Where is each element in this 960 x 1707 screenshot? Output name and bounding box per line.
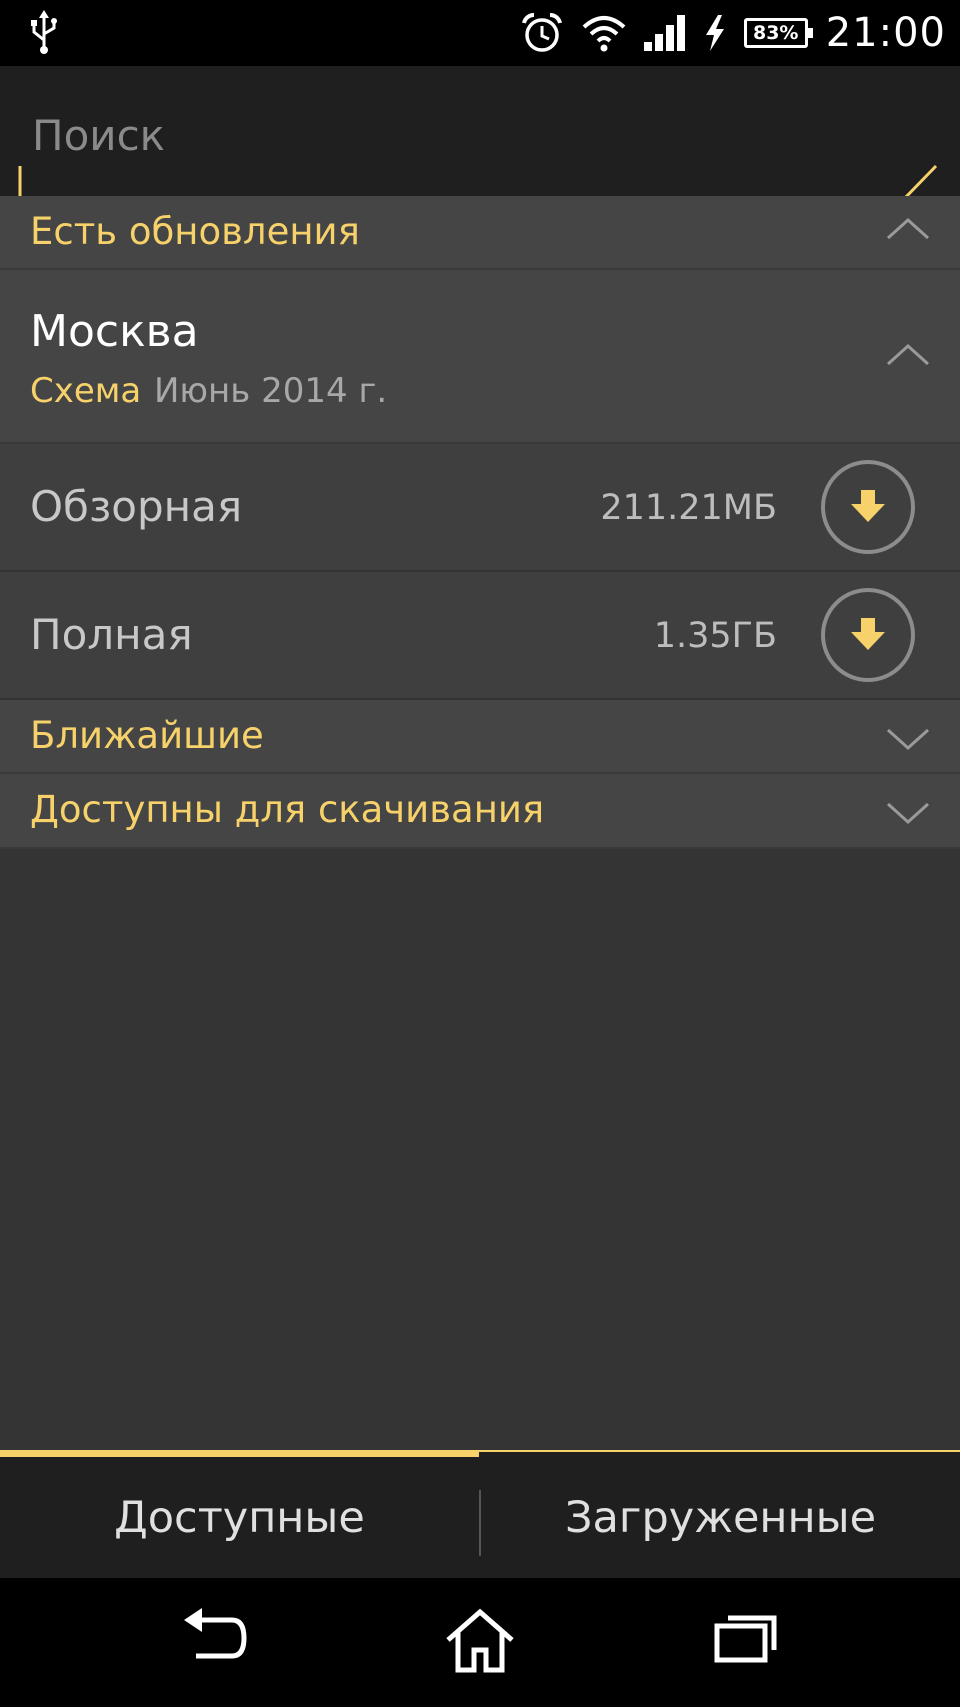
- status-time: 21:00: [825, 10, 946, 56]
- alarm-icon: [521, 13, 562, 52]
- search-area: [0, 66, 960, 202]
- search-input[interactable]: [30, 104, 874, 166]
- map-size: 211.21МБ: [600, 488, 777, 528]
- usb-icon: [31, 10, 57, 54]
- status-bar: 83% 21:00: [0, 0, 960, 66]
- back-icon[interactable]: [182, 1608, 248, 1668]
- city-name: Москва: [30, 306, 199, 357]
- city-type-label: Схема: [30, 371, 142, 411]
- section-updates-title: Есть обновления: [30, 210, 360, 253]
- tab-downloaded-label: Загруженные: [564, 1492, 877, 1543]
- download-arrow-icon: [851, 618, 885, 650]
- tab-downloaded[interactable]: Загруженные: [481, 1457, 960, 1578]
- tab-available[interactable]: Доступные: [0, 1457, 479, 1578]
- section-nearby[interactable]: Ближайшие: [0, 700, 960, 774]
- map-row-overview: Обзорная 211.21МБ: [0, 444, 960, 572]
- wifi-icon: [582, 16, 626, 52]
- charging-icon: [705, 15, 724, 51]
- section-nearby-title: Ближайшие: [30, 714, 264, 757]
- map-name: Полная: [30, 610, 193, 659]
- tab-indicator-active: [0, 1450, 479, 1457]
- section-available-download[interactable]: Доступны для скачивания: [0, 774, 960, 849]
- chevron-up-icon[interactable]: [886, 342, 930, 368]
- city-header-moscow[interactable]: Москва Схема Июнь 2014 г.: [0, 270, 960, 444]
- battery-percent: 83%: [752, 22, 799, 44]
- battery-icon: 83%: [743, 18, 813, 48]
- navigation-bar: [0, 1578, 960, 1707]
- chevron-down-icon[interactable]: [886, 800, 930, 826]
- recent-apps-icon[interactable]: [714, 1608, 778, 1664]
- map-name: Обзорная: [30, 482, 243, 531]
- chevron-down-icon[interactable]: [886, 726, 930, 752]
- download-button[interactable]: [821, 588, 915, 682]
- section-available-download-title: Доступны для скачивания: [30, 788, 545, 831]
- section-updates[interactable]: Есть обновления: [0, 196, 960, 270]
- home-icon[interactable]: [444, 1608, 516, 1674]
- download-button[interactable]: [821, 460, 915, 554]
- tab-bar: Доступные Загруженные: [0, 1450, 960, 1578]
- download-arrow-icon: [851, 490, 885, 522]
- map-size: 1.35ГБ: [653, 616, 777, 656]
- signal-icon: [643, 15, 685, 51]
- tab-available-label: Доступные: [114, 1492, 365, 1543]
- chevron-up-icon[interactable]: [886, 216, 930, 242]
- map-row-full: Полная 1.35ГБ: [0, 572, 960, 700]
- city-date: Июнь 2014 г.: [154, 371, 388, 411]
